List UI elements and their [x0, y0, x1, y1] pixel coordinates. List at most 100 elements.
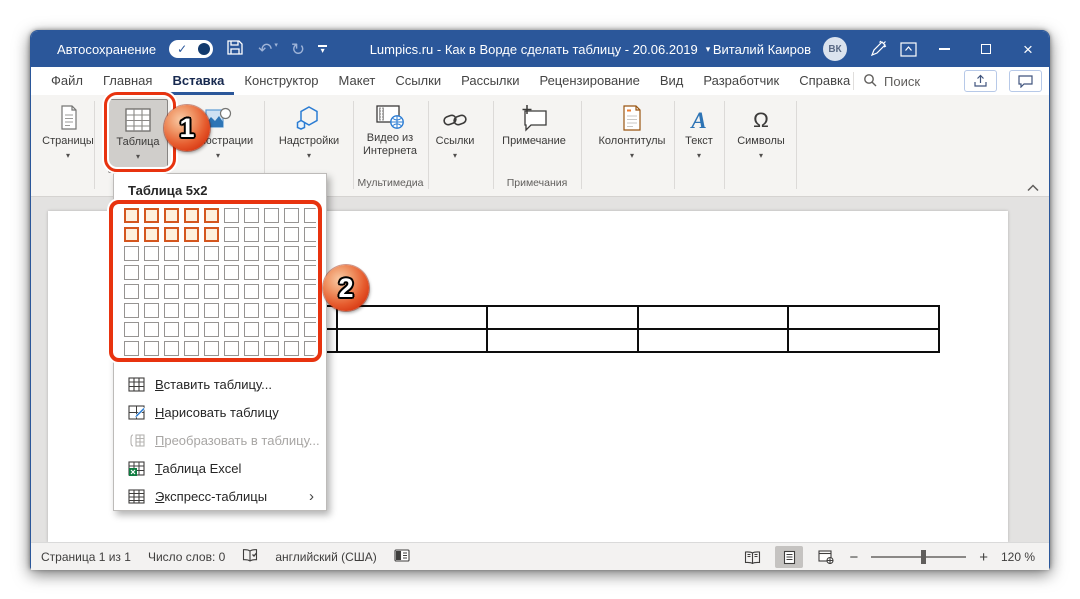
grid-cell[interactable]: [224, 284, 239, 299]
grid-cell[interactable]: [144, 303, 159, 318]
grid-cell[interactable]: [284, 227, 299, 242]
tab-view[interactable]: Вид: [650, 67, 694, 95]
grid-cell[interactable]: [124, 227, 139, 242]
language-label[interactable]: английский (США): [275, 550, 376, 564]
grid-cell[interactable]: [184, 284, 199, 299]
table-cell[interactable]: [639, 330, 790, 353]
grid-cell[interactable]: [144, 284, 159, 299]
table-cell[interactable]: [789, 307, 940, 330]
input-indicator-icon[interactable]: [394, 549, 410, 565]
menu-item-insert-table[interactable]: Вставить таблицу...: [114, 370, 326, 398]
table-cell[interactable]: [488, 330, 639, 353]
grid-cell[interactable]: [144, 227, 159, 242]
table-cell[interactable]: [789, 330, 940, 353]
collapse-ribbon-icon[interactable]: [1027, 179, 1039, 197]
zoom-slider[interactable]: [871, 556, 966, 558]
grid-cell[interactable]: [284, 265, 299, 280]
grid-cell[interactable]: [144, 246, 159, 261]
pages-button[interactable]: Страницы ▾: [37, 99, 99, 173]
read-mode-button[interactable]: [738, 546, 766, 568]
web-layout-button[interactable]: [812, 546, 840, 568]
tab-review[interactable]: Рецензирование: [529, 67, 649, 95]
search-box[interactable]: Поиск: [863, 67, 920, 95]
grid-cell[interactable]: [124, 322, 139, 337]
grid-cell[interactable]: [284, 322, 299, 337]
grid-cell[interactable]: [264, 227, 279, 242]
comments-button[interactable]: [1009, 70, 1042, 92]
grid-cell[interactable]: [164, 208, 179, 223]
tab-help[interactable]: Справка: [789, 67, 860, 95]
word-count[interactable]: Число слов: 0: [148, 550, 225, 564]
grid-cell[interactable]: [264, 246, 279, 261]
grid-cell[interactable]: [124, 265, 139, 280]
tab-insert[interactable]: Вставка: [162, 67, 234, 95]
grid-cell[interactable]: [284, 303, 299, 318]
grid-cell[interactable]: [144, 265, 159, 280]
tab-layout[interactable]: Макет: [329, 67, 386, 95]
grid-cell[interactable]: [204, 208, 219, 223]
save-icon[interactable]: [226, 38, 245, 60]
zoom-in-button[interactable]: +: [979, 550, 988, 565]
table-cell[interactable]: [338, 330, 489, 353]
grid-cell[interactable]: [244, 246, 259, 261]
grid-cell[interactable]: [204, 303, 219, 318]
grid-cell[interactable]: [124, 208, 139, 223]
print-layout-button[interactable]: [775, 546, 803, 568]
close-button[interactable]: ×: [1007, 31, 1049, 67]
grid-cell[interactable]: [144, 322, 159, 337]
grid-cell[interactable]: [264, 341, 279, 356]
grid-cell[interactable]: [224, 227, 239, 242]
proofing-icon[interactable]: [242, 548, 258, 566]
customize-quick-access-icon[interactable]: ▾: [318, 45, 327, 53]
grid-cell[interactable]: [164, 341, 179, 356]
header-footer-button[interactable]: Колонтитулы ▾: [590, 99, 674, 173]
page-count[interactable]: Страница 1 из 1: [41, 550, 131, 564]
grid-cell[interactable]: [244, 322, 259, 337]
menu-item-quick-tables[interactable]: Экспресс-таблицы ›: [114, 482, 326, 510]
ribbon-display-options-icon[interactable]: [893, 31, 923, 67]
grid-cell[interactable]: [244, 227, 259, 242]
zoom-out-button[interactable]: −: [849, 550, 858, 565]
maximize-button[interactable]: [965, 31, 1007, 67]
table-cell[interactable]: [338, 307, 489, 330]
grid-cell[interactable]: [124, 246, 139, 261]
grid-cell[interactable]: [224, 322, 239, 337]
grid-cell[interactable]: [164, 246, 179, 261]
grid-cell[interactable]: [244, 208, 259, 223]
tab-mailings[interactable]: Рассылки: [451, 67, 529, 95]
grid-cell[interactable]: [184, 246, 199, 261]
grid-cell[interactable]: [284, 284, 299, 299]
text-button[interactable]: А Текст ▾: [676, 99, 722, 173]
grid-cell[interactable]: [144, 341, 159, 356]
grid-cell[interactable]: [304, 284, 319, 299]
grid-cell[interactable]: [204, 227, 219, 242]
tab-file[interactable]: Файл: [41, 67, 93, 95]
grid-cell[interactable]: [284, 341, 299, 356]
grid-cell[interactable]: [264, 265, 279, 280]
autosave-toggle[interactable]: ✓: [169, 40, 213, 58]
grid-cell[interactable]: [264, 284, 279, 299]
grid-cell[interactable]: [224, 341, 239, 356]
grid-cell[interactable]: [284, 246, 299, 261]
avatar[interactable]: ВК: [823, 37, 847, 61]
grid-cell[interactable]: [204, 246, 219, 261]
grid-cell[interactable]: [304, 208, 319, 223]
grid-cell[interactable]: [224, 265, 239, 280]
grid-cell[interactable]: [224, 246, 239, 261]
grid-cell[interactable]: [244, 341, 259, 356]
grid-cell[interactable]: [124, 284, 139, 299]
grid-cell[interactable]: [224, 303, 239, 318]
grid-cell[interactable]: [184, 208, 199, 223]
grid-cell[interactable]: [244, 265, 259, 280]
grid-cell[interactable]: [184, 265, 199, 280]
grid-cell[interactable]: [184, 227, 199, 242]
comment-button[interactable]: Примечание: [488, 99, 580, 173]
table-button[interactable]: Таблица ▾: [108, 99, 168, 173]
grid-cell[interactable]: [184, 341, 199, 356]
ink-pen-icon[interactable]: [863, 31, 893, 67]
menu-item-draw-table[interactable]: Нарисовать таблицу: [114, 398, 326, 426]
table-cell[interactable]: [639, 307, 790, 330]
menu-item-excel-table[interactable]: Таблица Excel: [114, 454, 326, 482]
tab-home[interactable]: Главная: [93, 67, 162, 95]
grid-cell[interactable]: [244, 284, 259, 299]
